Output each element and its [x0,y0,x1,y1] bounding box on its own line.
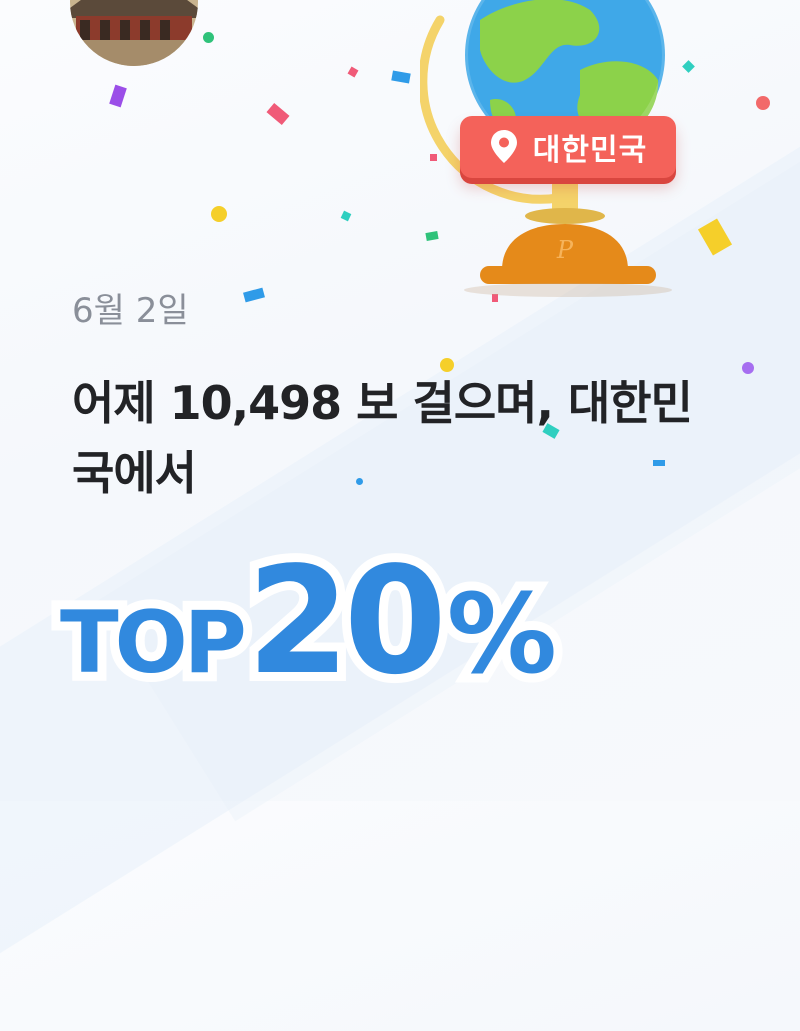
headline-line-2: 국에서 [72,446,197,500]
rank-number: 20 [238,526,456,716]
svg-text:P: P [556,236,574,264]
avatar-photo [70,0,198,66]
rank-percent: % [438,561,566,707]
rank-prefix: TOP [51,584,256,702]
location-pin-icon [490,130,517,163]
headline: 어제 10,498 보 걸으며, 대한민 국에서 [72,368,772,508]
avatar[interactable] [70,0,198,66]
rank-display: TOP 20 % [51,526,566,716]
date-label: 6월 2일 [72,291,189,331]
location-badge: 대한민국 [460,116,676,178]
headline-line-1: 어제 10,498 보 걸으며, 대한민 [72,376,693,430]
location-label: 대한민국 [532,133,648,168]
